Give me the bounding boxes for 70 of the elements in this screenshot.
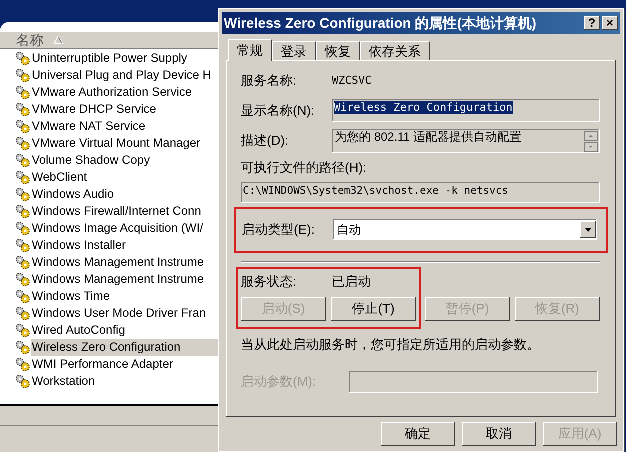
help-button[interactable]: ?	[584, 16, 600, 30]
service-status-value: 已启动	[332, 272, 371, 291]
field-label: 描述(D):	[241, 132, 290, 150]
start-parameters-field[interactable]	[349, 371, 598, 393]
gears-icon	[15, 289, 31, 304]
field-label: 启动类型(E):	[242, 220, 316, 239]
button[interactable]: 停止(T)	[331, 296, 416, 320]
service-row[interactable]: Windows Firewall/Internet Conn	[31, 203, 218, 220]
field-label: 可执行文件的路径(H):	[241, 159, 368, 177]
scroll-up-icon[interactable]	[584, 131, 598, 141]
service-row[interactable]: Uninterruptible Power Supply	[31, 50, 218, 67]
gears-icon	[15, 221, 31, 236]
gears-icon	[15, 306, 31, 321]
gears-icon	[15, 204, 31, 219]
field-label: 服务状态:	[241, 272, 298, 291]
field-label: 显示名称(N):	[241, 102, 316, 120]
close-button[interactable]: ×	[602, 16, 618, 30]
service-row[interactable]: Windows Audio	[31, 186, 218, 203]
gears-icon	[15, 187, 31, 202]
tab[interactable]: 登录	[272, 41, 316, 60]
gears-icon	[15, 119, 31, 134]
gears-icon	[15, 238, 31, 253]
gears-icon	[15, 170, 31, 185]
hint-text: 当从此处启动服务时，您可指定所适用的启动参数。	[241, 336, 541, 354]
executable-path-field: C:\WINDOWS\System32\svchost.exe -k netsvcs	[241, 182, 600, 202]
service-row[interactable]: Wireless Zero Configuration	[31, 339, 218, 356]
field-label: 启动参数(M):	[241, 373, 318, 392]
window-title: Wireless Zero Configuration 的属性(本地计算机)	[224, 14, 538, 33]
tab[interactable]: 依存关系	[360, 41, 430, 60]
gears-icon	[15, 51, 31, 66]
gears-icon	[15, 255, 31, 270]
description-field[interactable]: 为您的 802.11 适配器提供自动配置	[332, 129, 600, 153]
button[interactable]: 确定	[381, 422, 455, 446]
service-row[interactable]: Windows Time	[31, 288, 218, 305]
service-row[interactable]: Windows Management Instrume	[31, 254, 218, 271]
service-row[interactable]: VMware NAT Service	[31, 118, 218, 135]
button[interactable]: 取消	[462, 422, 536, 446]
service-row[interactable]: VMware Authorization Service	[31, 84, 218, 101]
service-row[interactable]: Wired AutoConfig	[31, 322, 218, 339]
service-row[interactable]: Windows Image Acquisition (WI/	[31, 220, 218, 237]
tab[interactable]: 恢复	[316, 41, 360, 60]
field-label: 服务名称:	[241, 72, 298, 90]
display-name-field[interactable]: Wireless Zero Configuration	[332, 99, 600, 122]
gears-icon	[15, 357, 31, 372]
service-row[interactable]: VMware DHCP Service	[31, 101, 218, 118]
scroll-down-icon[interactable]	[584, 142, 598, 152]
service-row[interactable]: Windows Management Instrume	[31, 271, 218, 288]
dropdown-arrow-icon[interactable]	[584, 228, 592, 232]
service-name-value: WZCSVC	[332, 72, 372, 89]
service-row[interactable]: Volume Shadow Copy	[31, 152, 218, 169]
gears-icon	[15, 136, 31, 151]
tab[interactable]: 常规	[228, 39, 272, 61]
gears-icon	[15, 323, 31, 338]
gears-icon	[15, 340, 31, 355]
gears-icon	[15, 374, 31, 389]
service-row[interactable]: VMware Virtual Mount Manager	[31, 135, 218, 152]
gears-icon	[15, 272, 31, 287]
gears-icon	[15, 102, 31, 117]
service-row[interactable]: WMI Performance Adapter	[31, 356, 218, 373]
service-row[interactable]: Workstation	[31, 373, 218, 390]
gears-icon	[15, 85, 31, 100]
service-row[interactable]: Windows Installer	[31, 237, 218, 254]
service-row[interactable]: Universal Plug and Play Device H	[31, 67, 218, 84]
column-header[interactable]: 名称	[0, 32, 218, 49]
service-row[interactable]: Windows User Mode Driver Fran	[31, 305, 218, 322]
column-header-label: 名称	[16, 30, 44, 50]
startup-type-dropdown[interactable]: 自动	[333, 219, 597, 240]
gears-icon	[15, 68, 31, 83]
service-row[interactable]: WebClient	[31, 169, 218, 186]
gears-icon	[15, 153, 31, 168]
